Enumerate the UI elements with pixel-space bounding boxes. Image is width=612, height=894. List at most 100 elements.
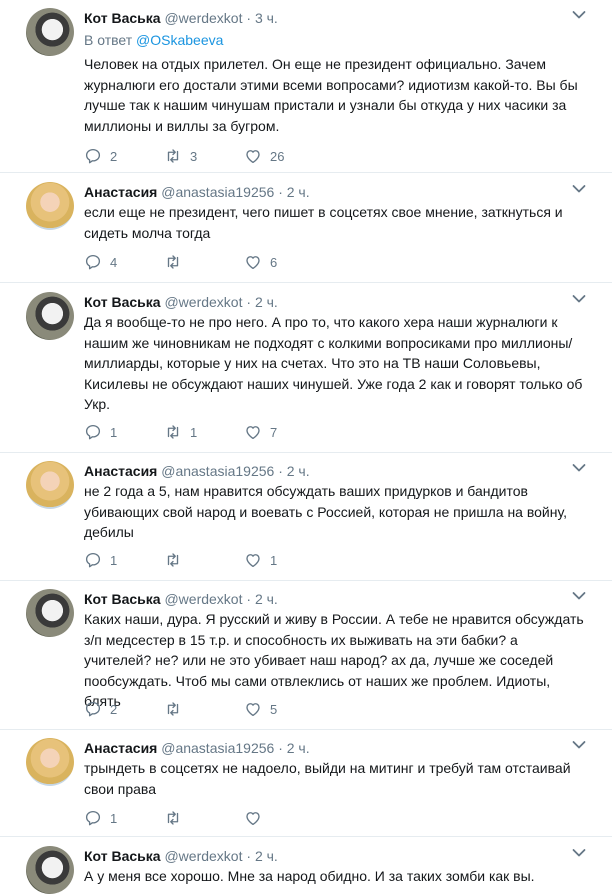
chevron-down-icon[interactable] [572,10,586,20]
heart-icon [244,253,262,271]
user-handle[interactable]: @werdexkot [164,591,242,607]
avatar[interactable] [26,182,74,230]
reply-icon [84,809,102,827]
chevron-down-icon[interactable] [572,294,586,304]
chevron-down-icon[interactable] [572,740,586,750]
retweet-icon [164,423,182,441]
heart-icon [244,551,262,569]
timestamp[interactable]: · 2 ч. [246,591,277,607]
reply-count: 2 [110,701,118,717]
tweet-header: Анастасия @anastasia19256 · 2 ч. [84,184,310,200]
reply-button[interactable]: 4 [84,252,117,272]
timestamp[interactable]: · 2 ч. [246,848,277,864]
reply-count: 4 [110,254,118,270]
avatar[interactable] [26,738,74,786]
tweet-header: Кот Васька @werdexkot · 3 ч. [84,10,278,26]
tweet-header: Кот Васька @werdexkot · 2 ч. [84,848,278,864]
tweet-divider [0,282,612,283]
retweet-button[interactable] [164,252,190,272]
chevron-down-icon[interactable] [572,848,586,858]
tweet-divider [0,580,612,581]
reply-count: 1 [110,552,118,568]
display-name[interactable]: Анастасия [84,463,157,479]
heart-icon [244,700,262,718]
display-name[interactable]: Анастасия [84,740,157,756]
like-button[interactable] [244,808,270,828]
avatar[interactable] [26,846,74,894]
tweet-header: Анастасия @anastasia19256 · 2 ч. [84,463,310,479]
reply-icon [84,253,102,271]
user-handle[interactable]: @werdexkot [164,294,242,310]
display-name[interactable]: Анастасия [84,184,157,200]
chevron-down-icon[interactable] [572,463,586,473]
chevron-down-icon[interactable] [572,184,586,194]
retweet-button[interactable] [164,808,190,828]
reply-to-link[interactable]: @OSkabeeva [136,32,223,48]
like-count: 6 [270,254,278,270]
timestamp[interactable]: · 2 ч. [246,294,277,310]
heart-icon [244,809,262,827]
reply-button[interactable]: 1 [84,550,117,570]
retweet-button[interactable] [164,699,190,719]
like-button[interactable]: 1 [244,550,277,570]
like-button[interactable]: 26 [244,146,284,166]
reply-count: 1 [110,810,118,826]
timestamp[interactable]: · 2 ч. [278,740,309,756]
avatar[interactable] [26,8,74,56]
retweet-button[interactable] [164,550,190,570]
display-name[interactable]: Кот Васька [84,591,161,607]
tweet-divider [0,172,612,173]
user-handle[interactable]: @werdexkot [164,10,242,26]
tweet-text: не 2 года а 5, нам нравится обсуждать ва… [84,483,567,540]
tweet-divider [0,836,612,837]
tweet-header: Кот Васька @werdexkot · 2 ч. [84,294,278,310]
tweet-text: если еще не президент, чего пишет в соцс… [84,204,563,241]
like-button[interactable]: 6 [244,252,277,272]
user-handle[interactable]: @anastasia19256 [161,184,274,200]
reply-context: В ответ @OSkabeeva [84,32,223,48]
heart-icon [244,423,262,441]
reply-icon [84,147,102,165]
display-name[interactable]: Кот Васька [84,848,161,864]
timestamp[interactable]: · 2 ч. [278,463,309,479]
display-name[interactable]: Кот Васька [84,10,161,26]
user-handle[interactable]: @werdexkot [164,848,242,864]
retweet-count: 3 [190,148,198,164]
retweet-count: 1 [190,424,198,440]
reply-button[interactable]: 1 [84,808,117,828]
avatar[interactable] [26,292,74,340]
reply-button[interactable]: 2 [84,146,117,166]
like-count: 5 [270,701,278,717]
retweet-icon [164,147,182,165]
like-button[interactable]: 5 [244,699,277,719]
timestamp[interactable]: · 3 ч. [246,10,277,26]
retweet-icon [164,700,182,718]
user-handle[interactable]: @anastasia19256 [161,463,274,479]
retweet-button[interactable]: 3 [164,146,197,166]
reply-prefix: В ответ [84,32,133,48]
chevron-down-icon[interactable] [572,591,586,601]
tweet-divider [0,729,612,730]
tweet-text: Да я вообще-то не про него. А про то, чт… [84,314,583,412]
like-count: 1 [270,552,278,568]
retweet-button[interactable]: 1 [164,422,197,442]
reply-icon [84,423,102,441]
reply-icon [84,700,102,718]
user-handle[interactable]: @anastasia19256 [161,740,274,756]
like-button[interactable]: 7 [244,422,277,442]
retweet-icon [164,551,182,569]
reply-button[interactable]: 1 [84,422,117,442]
heart-icon [244,147,262,165]
reply-icon [84,551,102,569]
avatar[interactable] [26,461,74,509]
reply-button[interactable]: 2 [84,699,117,719]
tweet-divider [0,452,612,453]
timestamp[interactable]: · 2 ч. [278,184,309,200]
tweet-text: Человек на отдых прилетел. Он еще не пре… [84,56,578,134]
tweet-header: Анастасия @anastasia19256 · 2 ч. [84,740,310,756]
reply-count: 1 [110,424,118,440]
display-name[interactable]: Кот Васька [84,294,161,310]
reply-count: 2 [110,148,118,164]
tweet-text: Каких наши, дура. Я русский и живу в Рос… [84,611,584,709]
avatar[interactable] [26,589,74,637]
